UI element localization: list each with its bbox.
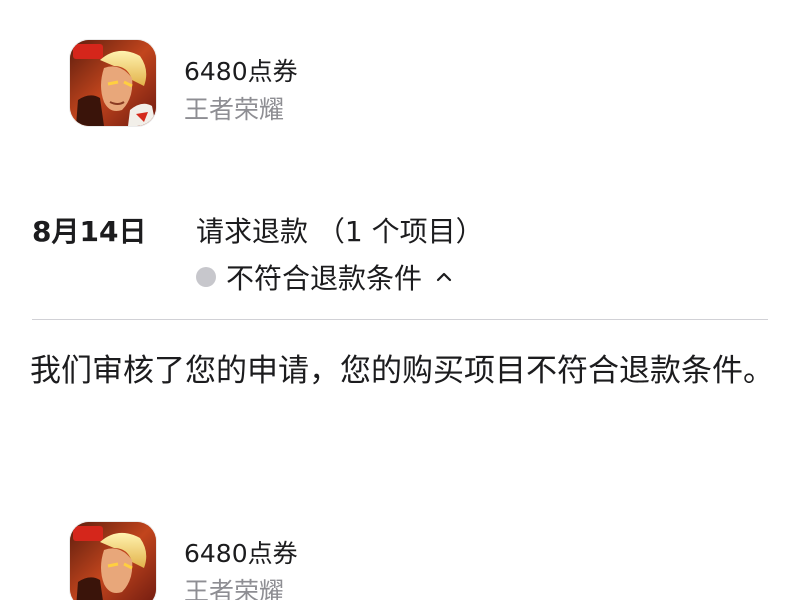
app-icon [70,40,156,126]
refund-request-title: 请求退款 （1 个项目） [196,215,484,248]
status-dot-icon [196,267,216,287]
divider [32,319,768,320]
refund-date: 8月14日 [32,215,147,248]
item-name: 6480点券 [184,57,298,86]
refund-status-toggle[interactable]: 不符合退款条件 [196,257,454,297]
app-icon [70,522,156,600]
refund-status: 不符合退款条件 [226,262,423,295]
item-app-name: 王者荣耀 [184,95,285,124]
item-name: 6480点券 [184,539,298,568]
purchase-item[interactable]: 6480点券 王者荣耀 [70,522,770,600]
item-app-name: 王者荣耀 [184,577,285,600]
purchase-item[interactable]: 6480点券 王者荣耀 [70,40,770,130]
chevron-up-icon[interactable] [434,267,454,287]
refund-review-message: 我们审核了您的申请，您的购买项目不符合退款条件。 [30,353,774,389]
